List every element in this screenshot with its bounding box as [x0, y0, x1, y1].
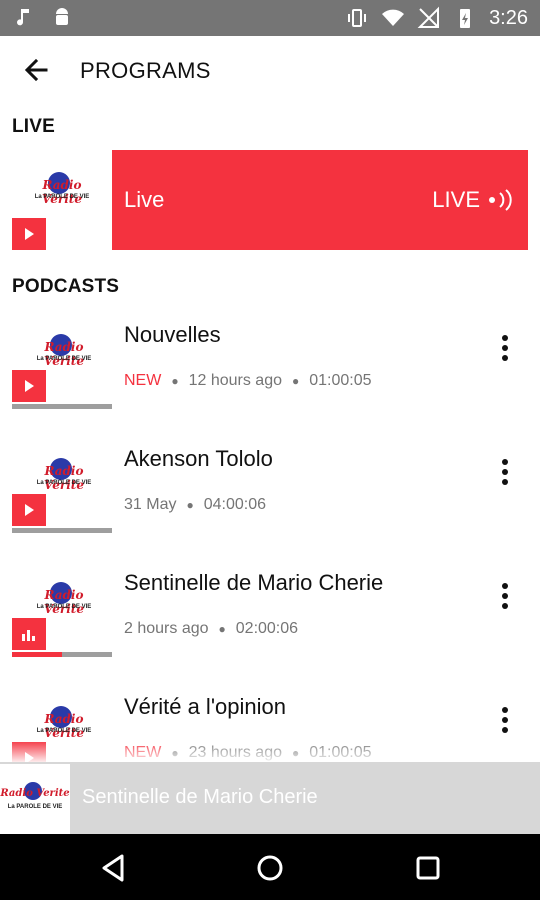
- podcast-thumbnail: Radio Verite La PAROLE DE VIE: [12, 312, 112, 412]
- no-signal-icon: [417, 6, 440, 28]
- live-play-button[interactable]: [12, 218, 46, 250]
- more-vert-icon[interactable]: [490, 578, 520, 614]
- podcast-date: 12 hours ago: [188, 372, 282, 389]
- podcast-item[interactable]: Radio Verite La PAROLE DE VIE Akenson Tolo…: [0, 424, 540, 548]
- podcast-thumbnail: Radio Verite La PAROLE DE VIE: [12, 560, 112, 660]
- music-note-icon: [17, 9, 29, 26]
- recents-square-icon[interactable]: [410, 850, 446, 886]
- live-thumbnail: Radio Verite La PAROLE DE VIE: [10, 150, 112, 250]
- live-badge: LIVE: [432, 187, 516, 213]
- podcast-play-button[interactable]: [12, 370, 46, 402]
- podcast-duration: 02:00:06: [235, 620, 299, 637]
- radio-logo: Radio Verite La PAROLE DE VIE: [22, 172, 102, 206]
- app-bar: PROGRAMS: [0, 36, 540, 104]
- podcast-item[interactable]: Radio Verite La PAROLE DE VIE Sentinelle d…: [0, 548, 540, 672]
- equalizer-icon: [22, 630, 35, 641]
- more-vert-icon[interactable]: [490, 330, 520, 366]
- podcast-play-button[interactable]: [12, 618, 46, 650]
- live-heading: LIVE: [12, 116, 56, 137]
- radio-logo: Radio Verite La PAROLE DE VIE: [0, 782, 70, 816]
- live-card[interactable]: Radio Verite La PAROLE DE VIE Live LIVE: [10, 150, 528, 250]
- podcast-title: Nouvelles: [124, 322, 221, 347]
- podcast-title: Vérité a l'opinion: [124, 694, 286, 719]
- status-time: 3:26: [489, 6, 528, 29]
- play-icon: [25, 228, 34, 240]
- play-icon: [25, 504, 34, 516]
- podcast-progress-bar: [12, 404, 112, 409]
- podcast-meta: 31 May ● 04:00:06: [124, 496, 266, 513]
- podcast-progress-bar: [12, 652, 112, 657]
- podcast-play-button[interactable]: [12, 494, 46, 526]
- podcast-thumbnail: Radio Verite La PAROLE DE VIE: [12, 436, 112, 536]
- vibrate-icon: [348, 9, 367, 27]
- podcast-date: 2 hours ago: [124, 620, 209, 637]
- mini-player-title: Sentinelle de Mario Cherie: [82, 786, 318, 808]
- play-icon: [25, 380, 34, 392]
- podcast-title: Sentinelle de Mario Cherie: [124, 570, 384, 595]
- wifi-icon: [382, 9, 405, 26]
- radio-logo: Radio Verite La PAROLE DE VIE: [24, 334, 104, 368]
- more-vert-icon[interactable]: [490, 702, 520, 738]
- podcast-progress-bar: [12, 528, 112, 533]
- podcast-duration: 01:00:05: [309, 372, 372, 389]
- podcasts-heading: PODCASTS: [12, 276, 120, 297]
- battery-charging-icon: [460, 9, 471, 28]
- podcast-meta: NEW ● 12 hours ago ● 01:00:05: [124, 372, 372, 389]
- page-title: PROGRAMS: [80, 58, 211, 83]
- mini-player[interactable]: Radio Verite La PAROLE DE VIE Sentinelle…: [0, 762, 540, 834]
- mini-player-thumbnail: Radio Verite La PAROLE DE VIE: [0, 764, 70, 834]
- podcast-item[interactable]: Radio Verite La PAROLE DE VIE Nouvelles NEW…: [0, 300, 540, 424]
- status-bar: 3:26: [0, 0, 540, 36]
- broadcast-icon: [489, 189, 512, 211]
- android-icon: [56, 8, 68, 25]
- new-badge: NEW: [124, 372, 162, 389]
- home-circle-icon[interactable]: [252, 850, 288, 886]
- back-triangle-icon[interactable]: [96, 850, 132, 886]
- podcast-meta: 2 hours ago ● 02:00:06: [124, 620, 299, 637]
- podcast-duration: 04:00:06: [203, 496, 266, 513]
- live-label: Live: [124, 187, 165, 212]
- radio-logo: Radio Verite La PAROLE DE VIE: [24, 706, 104, 740]
- podcast-date: 31 May: [124, 496, 177, 513]
- radio-logo: Radio Verite La PAROLE DE VIE: [24, 458, 104, 492]
- navigation-bar: [0, 834, 540, 900]
- arrow-left-icon[interactable]: [16, 50, 56, 90]
- podcast-title: Akenson Tololo: [124, 446, 273, 471]
- more-vert-icon[interactable]: [490, 454, 520, 490]
- radio-logo: Radio Verite La PAROLE DE VIE: [24, 582, 104, 616]
